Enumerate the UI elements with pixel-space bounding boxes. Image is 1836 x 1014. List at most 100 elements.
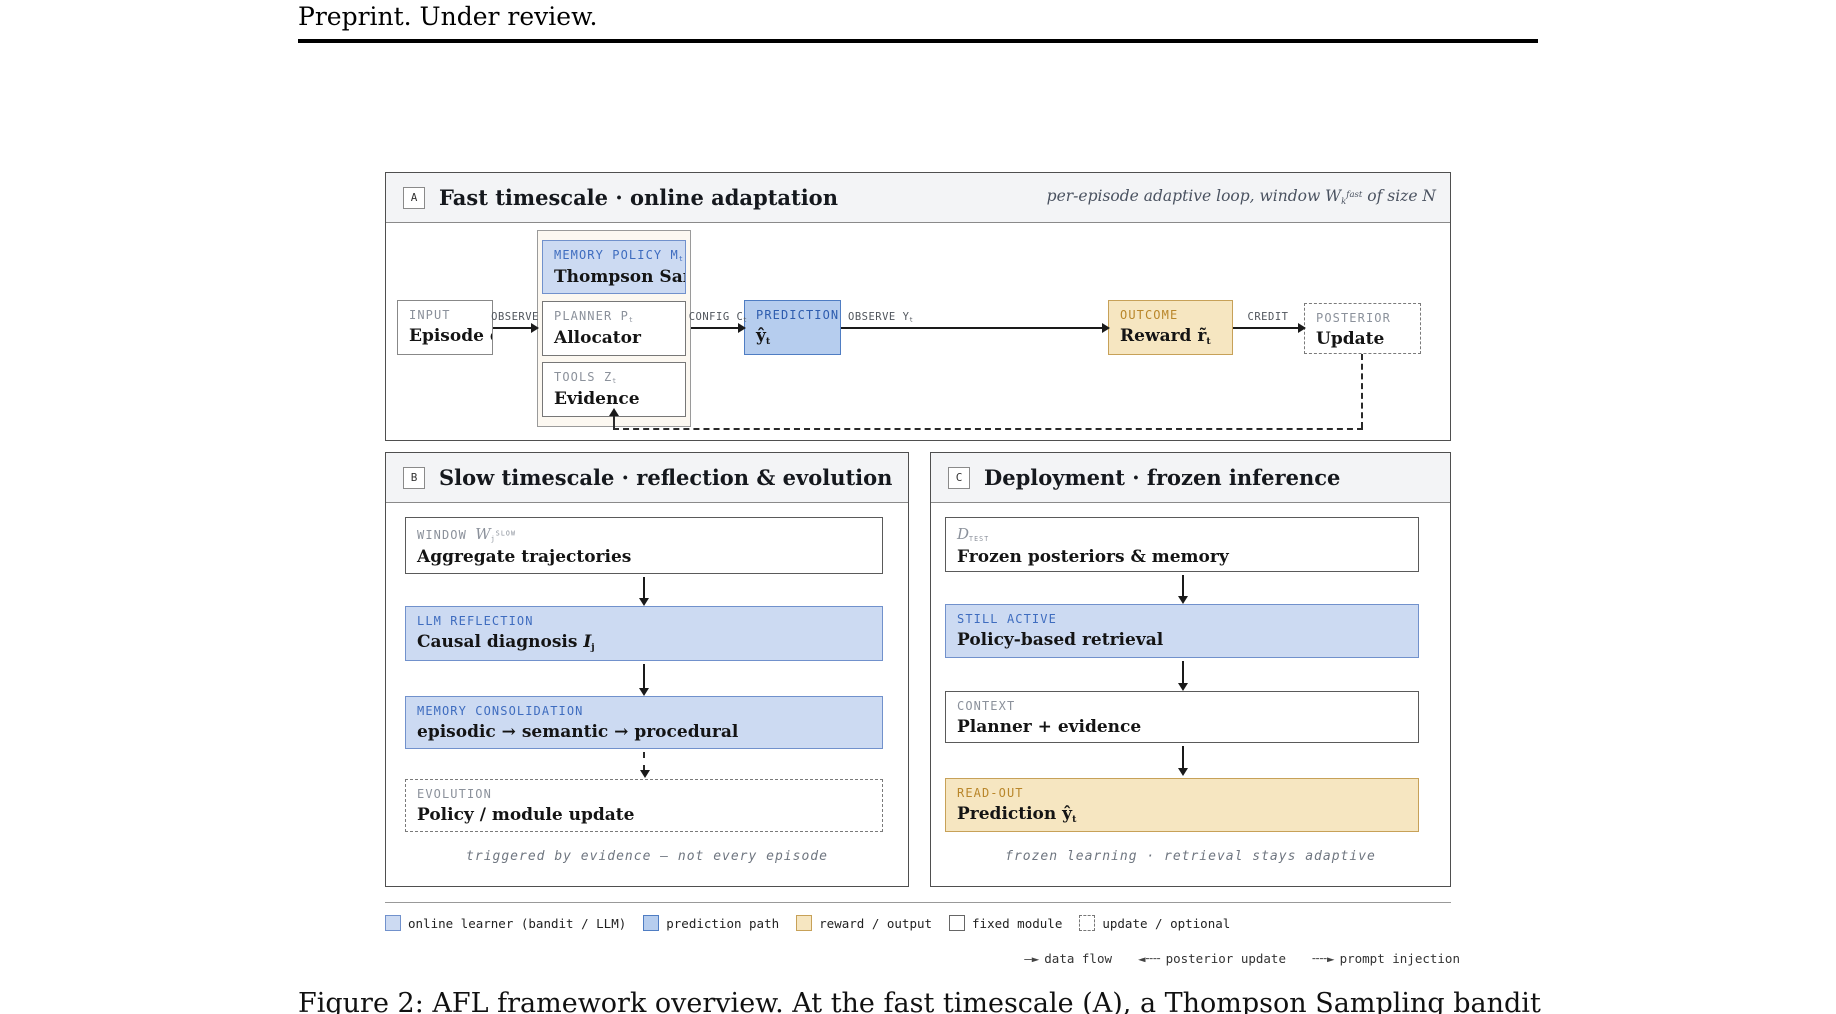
memory-policy-text: Thompson Sampling bbox=[554, 267, 685, 287]
config-arrow-label: CONFIG Ct bbox=[689, 311, 748, 324]
panel-c-badge: C bbox=[948, 467, 970, 489]
preprint-notice: Preprint. Under review. bbox=[298, 2, 597, 31]
header-rule bbox=[298, 39, 1538, 43]
legend-item-reward: reward / output bbox=[796, 915, 932, 931]
panel-slow-timescale: B Slow timescale · reflection & evolutio… bbox=[385, 452, 909, 887]
panel-a-title: Fast timescale · online adaptation bbox=[439, 185, 838, 210]
legend-item-label: fixed module bbox=[972, 916, 1062, 931]
planner-box: PLANNER Pt Allocator bbox=[542, 301, 686, 356]
credit-arrow bbox=[1233, 327, 1304, 329]
panel-a-note: per-episode adaptive loop, window Wkfast… bbox=[1047, 187, 1436, 207]
dotted-right-arrow-icon: ╌╌► bbox=[1312, 951, 1335, 966]
window-text: Aggregate trajectories bbox=[417, 547, 882, 567]
memory-consolidation-text: episodic → semantic → procedural bbox=[417, 722, 882, 742]
memory-consolidation-box: MEMORY CONSOLIDATION episodic → semantic… bbox=[405, 696, 883, 749]
legend-flow-label: data flow bbox=[1044, 951, 1112, 966]
input-text: Episode et bbox=[409, 326, 492, 347]
memory-policy-box: MEMORY POLICY Mt Thompson Sampling bbox=[542, 240, 686, 294]
observe-arrow bbox=[493, 327, 537, 329]
legend-item-fixed: fixed module bbox=[949, 915, 1062, 931]
legend-item-label: reward / output bbox=[819, 916, 932, 931]
panel-deployment: C Deployment · frozen inference DTEST Fr… bbox=[930, 452, 1451, 887]
outcome-box: OUTCOME Reward r̃t bbox=[1108, 300, 1233, 355]
panel-b-title: Slow timescale · reflection & evolution bbox=[439, 465, 892, 490]
evolution-box: EVOLUTION Policy / module update bbox=[405, 779, 883, 832]
llm-reflection-label: LLM REFLECTION bbox=[417, 614, 882, 628]
tools-text: Evidence bbox=[554, 389, 685, 409]
prediction-text: ŷt bbox=[756, 326, 840, 347]
panel-fast-timescale: A Fast timescale · online adaptation per… bbox=[385, 172, 1451, 441]
prediction-box: PREDICTION ŷt bbox=[744, 300, 841, 355]
config-arrow bbox=[691, 327, 744, 329]
update-optional-swatch-icon bbox=[1079, 915, 1095, 931]
window-label: WINDOW WjSLOW bbox=[417, 525, 882, 543]
policy-group-box: MEMORY POLICY Mt Thompson Sampling PLANN… bbox=[537, 230, 691, 427]
legend-flow-label: prompt injection bbox=[1340, 951, 1460, 966]
llm-reflection-text: Causal diagnosis Ij bbox=[417, 632, 882, 653]
observe-y-arrow-label: OBSERVE Yt bbox=[848, 311, 913, 324]
still-active-text: Policy-based retrieval bbox=[957, 630, 1418, 650]
solid-arrow-icon: —► bbox=[1024, 951, 1039, 966]
outcome-text: Reward r̃t bbox=[1120, 326, 1232, 347]
input-box: INPUT Episode et bbox=[397, 300, 493, 355]
context-text: Planner + evidence bbox=[957, 717, 1418, 737]
feedback-line-stub bbox=[613, 416, 615, 428]
observe-y-arrow bbox=[841, 327, 1108, 329]
prediction-label: PREDICTION bbox=[756, 308, 840, 322]
feedback-line-horizontal bbox=[613, 428, 1363, 430]
still-active-box: STILL ACTIVE Policy-based retrieval bbox=[945, 604, 1419, 658]
legend-item-label: prediction path bbox=[666, 916, 779, 931]
dtest-text: Frozen posteriors & memory bbox=[957, 547, 1418, 567]
panel-a-badge: A bbox=[403, 187, 425, 209]
legend-flow-label: posterior update bbox=[1166, 951, 1286, 966]
panel-b-arrow-2 bbox=[643, 664, 645, 689]
panel-c-arrow-3 bbox=[1182, 746, 1184, 769]
legend-item-update: update / optional bbox=[1079, 915, 1230, 931]
legend-swatches: online learner (bandit / LLM) prediction… bbox=[385, 915, 1230, 931]
panel-c-header: C Deployment · frozen inference bbox=[931, 453, 1450, 503]
posterior-text: Update bbox=[1316, 329, 1420, 349]
planner-label: PLANNER Pt bbox=[554, 309, 685, 324]
context-label: CONTEXT bbox=[957, 699, 1418, 713]
figure-caption: Figure 2: AFL framework overview. At the… bbox=[298, 988, 1541, 1014]
legend-flow-prompt: ╌╌► prompt injection bbox=[1312, 951, 1460, 966]
prediction-path-swatch-icon bbox=[643, 915, 659, 931]
feedback-arrowhead-icon bbox=[609, 408, 619, 416]
panel-b-arrow-1 bbox=[643, 577, 645, 599]
legend-flows: —► data flow ◄╌╌ posterior update ╌╌► pr… bbox=[1024, 951, 1460, 966]
legend-flow-posterior: ◄╌╌ posterior update bbox=[1138, 951, 1286, 966]
legend-item-label: online learner (bandit / LLM) bbox=[408, 916, 626, 931]
evolution-label: EVOLUTION bbox=[417, 787, 882, 801]
tools-label: TOOLS Zt bbox=[554, 370, 685, 385]
paper-page: Preprint. Under review. A Fast timescale… bbox=[0, 0, 1836, 1014]
panel-b-badge: B bbox=[403, 467, 425, 489]
readout-box: READ-OUT Prediction ŷt bbox=[945, 778, 1419, 832]
panel-b-dashed-arrow bbox=[643, 752, 645, 771]
evolution-text: Policy / module update bbox=[417, 805, 882, 825]
observe-arrow-label: OBSERVE bbox=[491, 311, 539, 323]
dashed-left-arrow-icon: ◄╌╌ bbox=[1138, 951, 1161, 966]
online-learner-swatch-icon bbox=[385, 915, 401, 931]
context-box: CONTEXT Planner + evidence bbox=[945, 691, 1419, 743]
panel-a-header: A Fast timescale · online adaptation per… bbox=[386, 173, 1450, 223]
fixed-module-swatch-icon bbox=[949, 915, 965, 931]
legend-flow-data: —► data flow bbox=[1024, 951, 1112, 966]
dtest-label: DTEST bbox=[957, 525, 1418, 543]
panel-c-title: Deployment · frozen inference bbox=[984, 465, 1340, 490]
posterior-box: POSTERIOR Update bbox=[1304, 303, 1421, 354]
llm-reflection-box: LLM REFLECTION Causal diagnosis Ij bbox=[405, 606, 883, 661]
credit-arrow-label: CREDIT bbox=[1248, 311, 1289, 323]
legend-item-online: online learner (bandit / LLM) bbox=[385, 915, 626, 931]
legend-item-label: update / optional bbox=[1102, 916, 1230, 931]
window-box: WINDOW WjSLOW Aggregate trajectories bbox=[405, 517, 883, 574]
panel-c-arrow-1 bbox=[1182, 575, 1184, 597]
posterior-label: POSTERIOR bbox=[1316, 311, 1420, 325]
legend-item-prediction: prediction path bbox=[643, 915, 779, 931]
feedback-line-vertical bbox=[1361, 354, 1363, 428]
readout-text: Prediction ŷt bbox=[957, 804, 1418, 825]
input-label: INPUT bbox=[409, 308, 492, 322]
panel-c-caption: frozen learning · retrieval stays adapti… bbox=[931, 849, 1450, 864]
outcome-label: OUTCOME bbox=[1120, 308, 1232, 322]
panel-b-header: B Slow timescale · reflection & evolutio… bbox=[386, 453, 908, 503]
still-active-label: STILL ACTIVE bbox=[957, 612, 1418, 626]
